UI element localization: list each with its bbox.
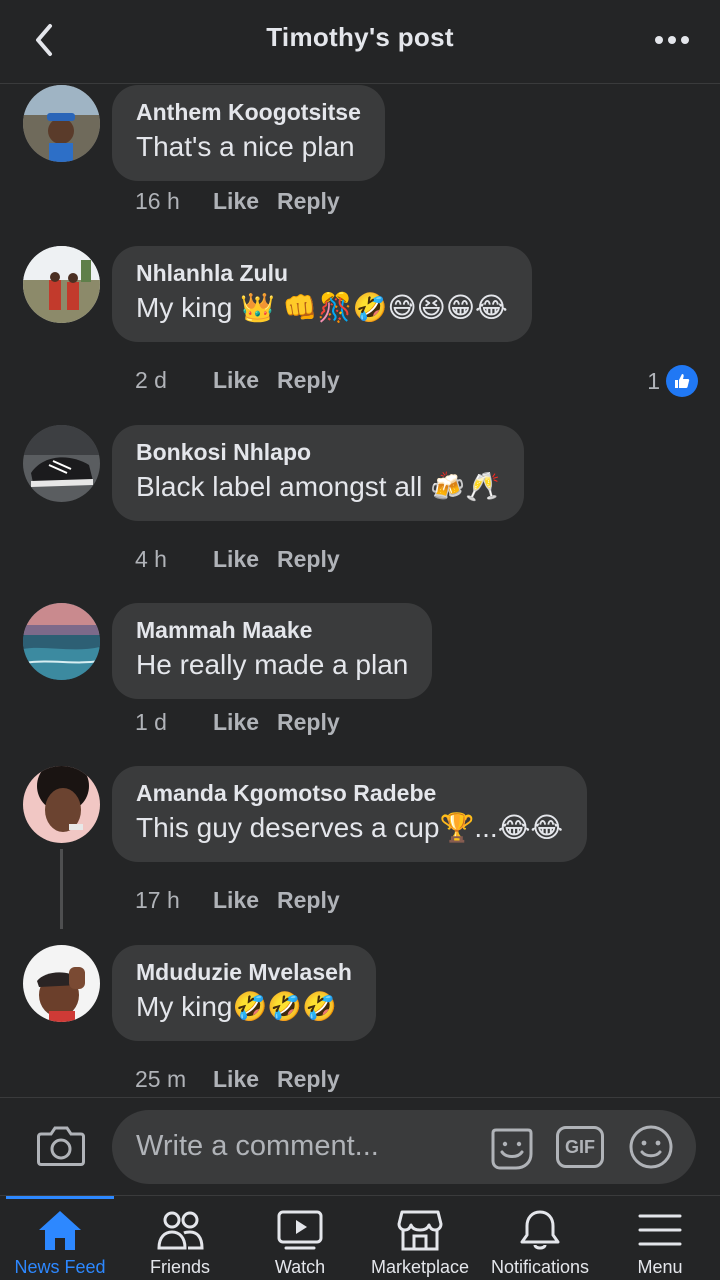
menu-icon — [636, 1208, 684, 1252]
comment-bubble[interactable]: Amanda Kgomotso Radebe This guy deserves… — [112, 766, 588, 862]
reply-button[interactable]: Reply — [277, 1066, 340, 1093]
active-tab-indicator — [6, 1196, 114, 1199]
tab-label: Watch — [274, 1257, 326, 1277]
comment-bubble[interactable]: Mduduzie Mvelaseh My king🤣🤣🤣 — [112, 945, 376, 1041]
thumbs-up-icon — [666, 365, 698, 397]
marketplace-icon — [396, 1208, 444, 1252]
reaction-count: 1 — [647, 367, 660, 394]
comment-bubble[interactable]: Mammah Maake He really made a plan — [112, 603, 433, 699]
gif-button[interactable]: GIF — [556, 1126, 604, 1168]
like-button[interactable]: Like — [213, 887, 259, 914]
avatar[interactable] — [23, 945, 100, 1022]
home-icon — [36, 1208, 84, 1252]
comment-time: 16 h — [135, 188, 180, 214]
tab-label: Menu — [637, 1257, 683, 1277]
tab-label: Marketplace — [370, 1257, 470, 1277]
comment-author[interactable]: Amanda Kgomotso Radebe — [136, 778, 563, 808]
more-options-icon[interactable] — [652, 22, 692, 58]
like-button[interactable]: Like — [213, 188, 259, 215]
comment-actions: 25 m Like Reply — [135, 1066, 340, 1093]
reply-button[interactable]: Reply — [277, 367, 340, 394]
friends-icon — [156, 1208, 204, 1252]
avatar[interactable] — [23, 246, 100, 323]
reply-button[interactable]: Reply — [277, 546, 340, 573]
comment-composer: Write a comment... GIF — [0, 1097, 720, 1195]
comment-time: 17 h — [135, 887, 180, 913]
comment-actions: 16 h Like Reply — [135, 188, 340, 215]
comment-text: Black label amongst all 🍻🥂 — [136, 471, 500, 502]
bell-icon — [516, 1208, 564, 1252]
tab-notifications[interactable]: Notifications — [480, 1196, 600, 1280]
comment-actions: 1 d Like Reply — [135, 709, 340, 736]
comment-bubble[interactable]: Anthem Koogotsitse That's a nice plan — [112, 85, 385, 181]
page-title: Timothy's post — [266, 22, 454, 52]
comment-bubble[interactable]: Nhlanhla Zulu My king 👑 👊🎊🤣😅😆😁😂 — [112, 246, 532, 342]
reply-button[interactable]: Reply — [277, 887, 340, 914]
tab-news-feed[interactable]: News Feed — [0, 1196, 120, 1280]
tab-menu[interactable]: Menu — [600, 1196, 720, 1280]
comment-text: My king 👑 👊🎊🤣😅😆😁😂 — [136, 292, 508, 323]
comment-text: He really made a plan — [136, 649, 409, 680]
comment-actions: 2 d Like Reply — [135, 367, 340, 394]
watch-icon — [276, 1208, 324, 1252]
like-button[interactable]: Like — [213, 709, 259, 736]
reaction-summary[interactable]: 1 — [647, 365, 698, 397]
like-button[interactable]: Like — [213, 367, 259, 394]
tab-label: News Feed — [14, 1257, 106, 1277]
comment-text: This guy deserves a cup🏆...😂😂 — [136, 812, 564, 843]
comment-author[interactable]: Anthem Koogotsitse — [136, 97, 361, 127]
comment-bubble[interactable]: Bonkosi Nhlapo Black label amongst all 🍻… — [112, 425, 524, 521]
emoji-icon[interactable] — [628, 1124, 674, 1170]
tab-label: Friends — [149, 1257, 211, 1277]
comment-input-placeholder: Write a comment... — [136, 1130, 379, 1162]
comment-author[interactable]: Mduduzie Mvelaseh — [136, 957, 352, 987]
comment-text: That's a nice plan — [136, 131, 355, 162]
tab-watch[interactable]: Watch — [240, 1196, 360, 1280]
comment-author[interactable]: Nhlanhla Zulu — [136, 258, 508, 288]
comment-actions: 4 h Like Reply — [135, 546, 340, 573]
comment-author[interactable]: Mammah Maake — [136, 615, 408, 645]
top-bar: Timothy's post — [0, 0, 720, 84]
like-button[interactable]: Like — [213, 1066, 259, 1093]
comment-time: 4 h — [135, 546, 167, 572]
bottom-tab-bar: News Feed Friends Watch Marketplace Noti… — [0, 1195, 720, 1280]
reply-button[interactable]: Reply — [277, 188, 340, 215]
tab-label: Notifications — [490, 1257, 590, 1277]
avatar[interactable] — [23, 603, 100, 680]
avatar[interactable] — [23, 85, 100, 162]
camera-icon[interactable] — [36, 1122, 86, 1168]
comment-author[interactable]: Bonkosi Nhlapo — [136, 437, 500, 467]
sticker-icon[interactable] — [488, 1124, 536, 1172]
avatar[interactable] — [23, 766, 100, 843]
comment-time: 25 m — [135, 1066, 187, 1092]
comment-list[interactable]: Anthem Koogotsitse That's a nice plan 16… — [0, 85, 720, 1095]
reply-thread-line — [60, 849, 63, 929]
comment-actions: 17 h Like Reply — [135, 887, 340, 914]
tab-marketplace[interactable]: Marketplace — [360, 1196, 480, 1280]
comment-time: 2 d — [135, 367, 167, 393]
comment-input[interactable]: Write a comment... GIF — [112, 1110, 696, 1184]
comment-time: 1 d — [135, 709, 167, 735]
reply-button[interactable]: Reply — [277, 709, 340, 736]
comment-text: My king🤣🤣🤣 — [136, 991, 338, 1022]
avatar[interactable] — [23, 425, 100, 502]
like-button[interactable]: Like — [213, 546, 259, 573]
tab-friends[interactable]: Friends — [120, 1196, 240, 1280]
